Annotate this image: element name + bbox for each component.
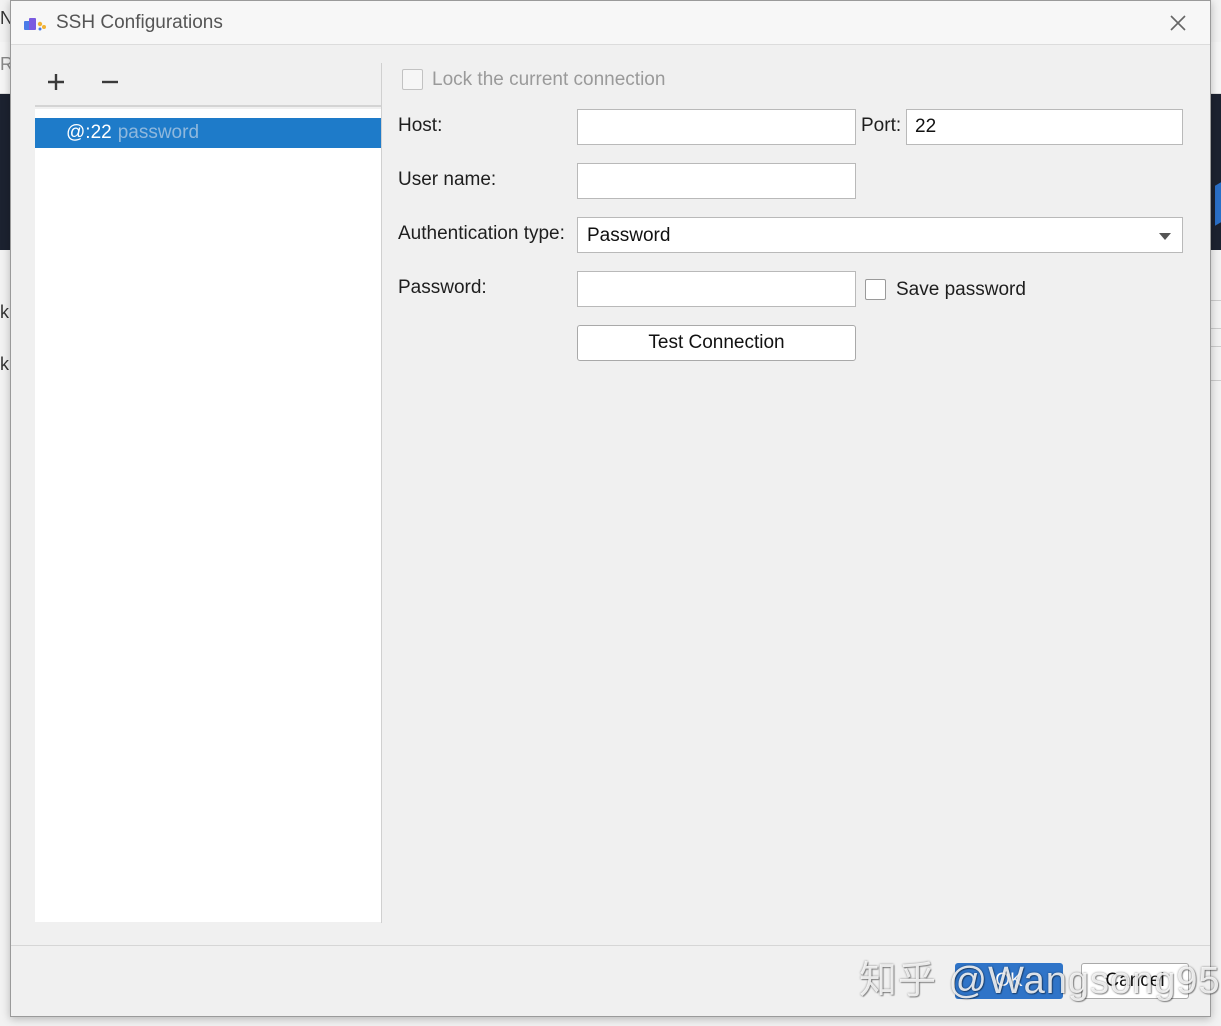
background-divider bbox=[1211, 328, 1221, 329]
configuration-list-item[interactable]: @:22 password bbox=[35, 118, 381, 148]
close-icon[interactable] bbox=[1166, 11, 1190, 35]
ssh-cloud-icon bbox=[24, 18, 46, 31]
configuration-list: @:22 password bbox=[35, 109, 381, 922]
configuration-label: @:22 bbox=[66, 122, 112, 143]
background-text: k bbox=[0, 354, 9, 374]
username-label: User name: bbox=[398, 169, 497, 190]
cancel-button[interactable]: Cancel bbox=[1081, 963, 1189, 999]
password-input[interactable] bbox=[577, 271, 856, 307]
save-password-label: Save password bbox=[896, 279, 1026, 300]
lock-connection-label: Lock the current connection bbox=[432, 69, 666, 90]
username-input[interactable] bbox=[577, 163, 856, 199]
password-label: Password: bbox=[398, 277, 487, 298]
background-text: N bbox=[0, 8, 10, 28]
ssh-configurations-dialog: SSH Configurations @:22 password Lock the… bbox=[10, 0, 1220, 1017]
footer-divider bbox=[11, 945, 1210, 946]
dialog-titlebar[interactable]: SSH Configurations bbox=[11, 1, 1210, 45]
minus-icon bbox=[102, 80, 118, 84]
host-input[interactable] bbox=[577, 109, 856, 145]
panel-divider[interactable] bbox=[381, 63, 382, 923]
list-toolbar bbox=[35, 59, 381, 107]
chevron-down-icon bbox=[1159, 233, 1171, 240]
ok-button[interactable]: OK bbox=[955, 963, 1063, 999]
background-divider bbox=[1211, 380, 1221, 381]
host-label: Host: bbox=[398, 115, 443, 136]
add-configuration-button[interactable] bbox=[41, 67, 71, 97]
save-password-checkbox[interactable] bbox=[865, 279, 886, 300]
dialog-title: SSH Configurations bbox=[56, 12, 223, 33]
test-connection-button[interactable]: Test Connection bbox=[577, 325, 856, 361]
configuration-auth-hint: password bbox=[117, 122, 200, 143]
auth-type-value: Password bbox=[587, 225, 671, 246]
port-label: Port: bbox=[861, 115, 902, 136]
auth-type-label: Authentication type: bbox=[398, 223, 565, 244]
background-text: k bbox=[0, 302, 9, 322]
lock-connection-checkbox[interactable] bbox=[402, 69, 423, 90]
background-divider bbox=[1211, 300, 1221, 301]
remove-configuration-button[interactable] bbox=[95, 67, 125, 97]
auth-type-select[interactable]: Password bbox=[577, 217, 1183, 253]
background-text: R bbox=[0, 54, 10, 74]
plus-icon bbox=[48, 74, 64, 90]
background-divider bbox=[1211, 346, 1221, 347]
port-input[interactable] bbox=[906, 109, 1183, 145]
